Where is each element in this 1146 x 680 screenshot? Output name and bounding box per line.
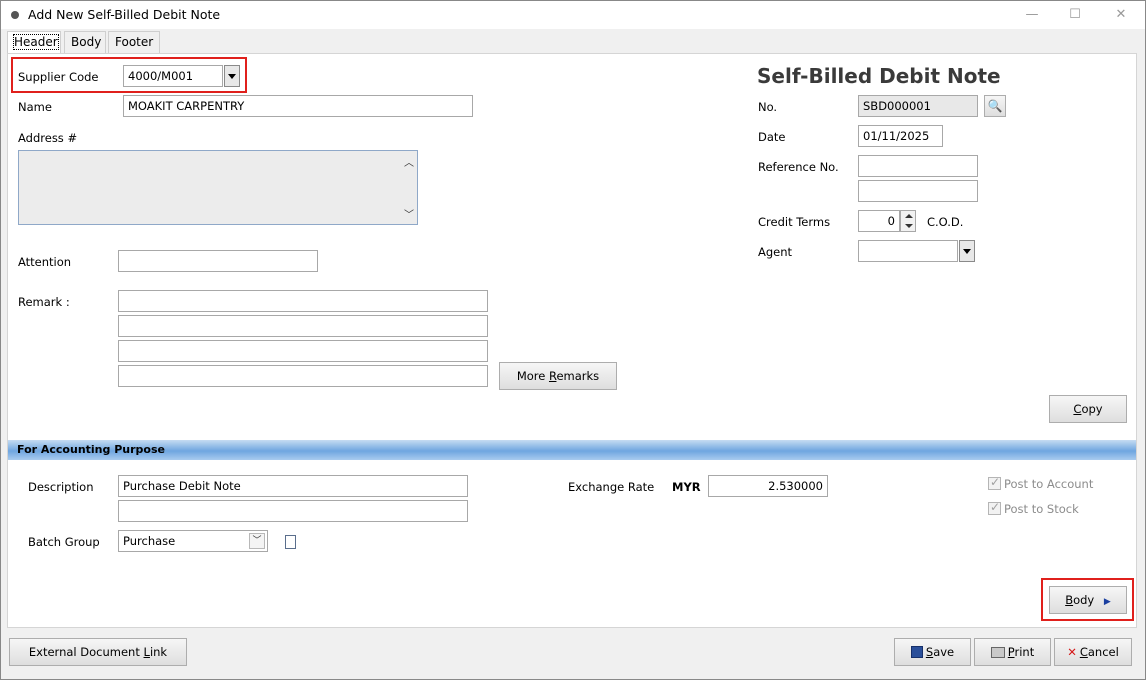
exchange-rate-label: Exchange Rate xyxy=(568,480,655,494)
document-no-input[interactable]: SBD000001 xyxy=(858,95,978,117)
no-label: No. xyxy=(758,100,778,114)
tab-body-label: Body xyxy=(71,35,102,49)
tab-footer-label: Footer xyxy=(115,35,154,49)
copy-label-post: opy xyxy=(1081,402,1103,416)
post-to-stock-label: Post to Stock xyxy=(1004,502,1079,516)
tab-footer[interactable]: Footer xyxy=(108,31,160,53)
remark-input-2[interactable] xyxy=(118,315,488,337)
arrow-right-icon: ▶ xyxy=(1103,597,1111,607)
remark-label: Remark : xyxy=(18,295,70,309)
description-input-2[interactable] xyxy=(118,500,468,522)
reference-no-input-2[interactable] xyxy=(858,180,978,202)
date-input[interactable]: 01/11/2025 xyxy=(858,125,943,147)
agent-input[interactable] xyxy=(858,240,958,262)
description-label: Description xyxy=(28,480,94,494)
accounting-section-title: For Accounting Purpose xyxy=(17,443,165,456)
external-document-link-button[interactable]: External Document Link xyxy=(9,638,187,666)
external-link-label-pre: External Document xyxy=(28,645,144,659)
print-label-key: P xyxy=(1007,645,1015,659)
body-label-key: B xyxy=(1065,593,1074,607)
cancel-label-key: C xyxy=(1079,645,1088,659)
credit-terms-unit: C.O.D. xyxy=(927,215,964,229)
credit-terms-spinner[interactable] xyxy=(900,210,916,232)
reference-no-label: Reference No. xyxy=(758,160,839,174)
minimize-icon[interactable]: — xyxy=(1020,5,1044,25)
print-label-post: rint xyxy=(1014,645,1035,659)
remark-input-3[interactable] xyxy=(118,340,488,362)
print-button[interactable]: Print xyxy=(974,638,1051,666)
tab-header[interactable]: Header xyxy=(7,31,61,53)
exchange-rate-input[interactable]: 2.530000 xyxy=(708,475,828,497)
search-icon[interactable]: 🔍 xyxy=(984,95,1006,117)
tab-header-label: Header xyxy=(13,34,59,50)
currency-code: MYR xyxy=(672,480,701,494)
attention-input[interactable] xyxy=(118,250,318,272)
post-to-account-checkbox[interactable] xyxy=(988,475,1001,490)
credit-terms-label: Credit Terms xyxy=(758,215,831,229)
copy-button[interactable]: Copy xyxy=(1049,395,1127,423)
title-bar: Add New Self-Billed Debit Note — ☐ ✕ xyxy=(1,1,1145,29)
app-icon xyxy=(11,11,19,19)
reference-no-input-1[interactable] xyxy=(858,155,978,177)
more-remarks-label-post: emarks xyxy=(556,369,600,383)
save-button[interactable]: Save xyxy=(894,638,971,666)
more-remarks-button[interactable]: More Remarks xyxy=(499,362,617,390)
cancel-label-post: ancel xyxy=(1087,645,1119,659)
dialog-window: Add New Self-Billed Debit Note — ☐ ✕ Hea… xyxy=(0,0,1146,680)
batch-group-label: Batch Group xyxy=(28,535,100,549)
tab-body[interactable]: Body xyxy=(64,31,106,53)
batch-group-select[interactable]: Purchase xyxy=(118,530,268,552)
name-label: Name xyxy=(18,100,52,114)
remark-input-4[interactable] xyxy=(118,365,488,387)
maximize-icon[interactable]: ☐ xyxy=(1063,5,1087,25)
external-link-label-post: ink xyxy=(149,645,168,659)
address-label: Address # xyxy=(18,131,78,145)
cancel-button[interactable]: ✕ Cancel xyxy=(1054,638,1132,666)
scroll-down-icon[interactable]: ﹀ xyxy=(404,206,414,221)
credit-terms-input[interactable]: 0 xyxy=(858,210,900,232)
body-label-post: ody xyxy=(1073,593,1095,607)
supplier-code-label: Supplier Code xyxy=(18,70,99,84)
date-label: Date xyxy=(758,130,786,144)
name-input[interactable]: MOAKIT CARPENTRY xyxy=(123,95,473,117)
post-to-account-label: Post to Account xyxy=(1004,477,1094,491)
cancel-x-icon: ✕ xyxy=(1067,645,1077,659)
address-textarea[interactable]: ︿ ﹀ xyxy=(18,150,418,225)
more-remarks-label-pre: More xyxy=(516,369,549,383)
supplier-code-dropdown-icon[interactable] xyxy=(224,65,240,87)
printer-icon xyxy=(990,647,1005,658)
remark-input-1[interactable] xyxy=(118,290,488,312)
save-icon xyxy=(910,646,923,658)
accounting-section-bar: For Accounting Purpose xyxy=(8,440,1136,460)
document-heading: Self-Billed Debit Note xyxy=(757,64,1001,88)
supplier-code-input[interactable]: 4000/M001 xyxy=(123,65,223,87)
attention-label: Attention xyxy=(18,255,72,269)
agent-dropdown-icon[interactable] xyxy=(959,240,975,262)
close-icon[interactable]: ✕ xyxy=(1109,5,1133,25)
scroll-up-icon[interactable]: ︿ xyxy=(404,154,414,169)
agent-label: Agent xyxy=(758,245,793,259)
post-to-stock-checkbox[interactable] xyxy=(988,500,1001,515)
chevron-down-icon[interactable]: ﹀ xyxy=(249,533,265,549)
body-button[interactable]: Body ▶ xyxy=(1049,586,1127,614)
description-input[interactable]: Purchase Debit Note xyxy=(118,475,468,497)
window-title: Add New Self-Billed Debit Note xyxy=(28,7,221,22)
header-panel: Supplier Code 4000/M001 Name MOAKIT CARP… xyxy=(7,53,1137,628)
save-label-post: ave xyxy=(933,645,955,659)
new-document-icon[interactable] xyxy=(285,535,296,549)
